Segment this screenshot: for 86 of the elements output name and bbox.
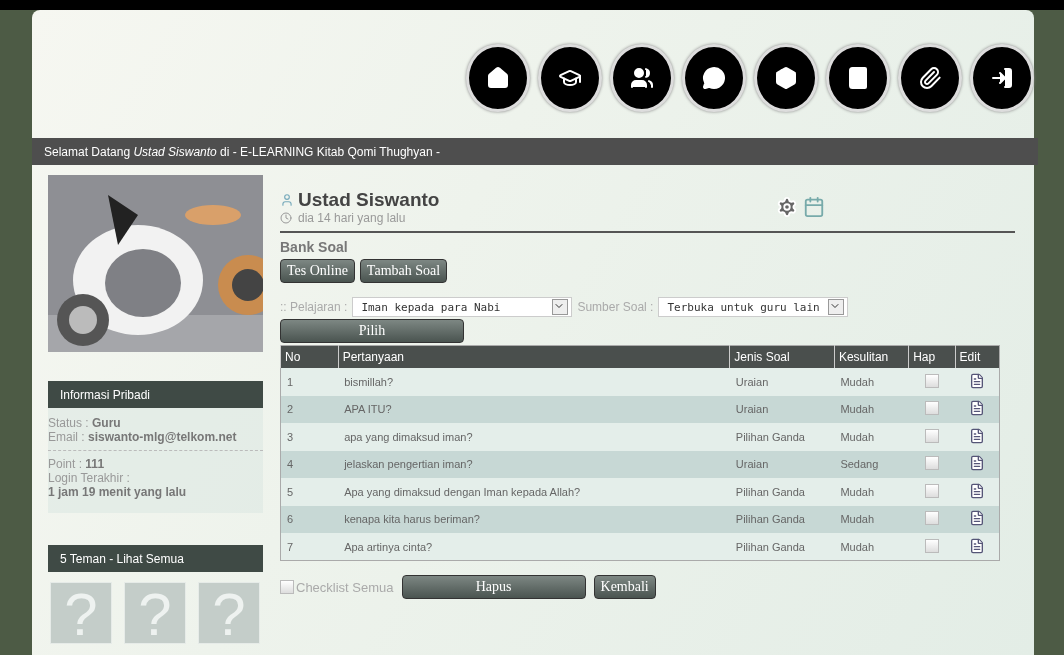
nav-button[interactable] [610,44,674,112]
table-cell: Mudah [834,505,909,533]
info-text: 1 jam 19 menit yang lalu [48,485,188,499]
table-cell: 7 [280,533,339,561]
settings-icon[interactable] [776,196,798,218]
table-cell: 4 [280,450,339,478]
checkbox[interactable] [924,401,939,416]
nav-button[interactable] [826,44,890,112]
table-cell: Apa yang dimaksud dengan Iman kepada Allah? [338,478,730,506]
back-button[interactable]: Kembali [593,575,656,599]
users-icon [630,66,654,90]
checkbox[interactable] [924,373,939,388]
table-cell: 1 [280,368,339,396]
table-cell: Mudah [834,368,909,396]
nav-button[interactable] [466,44,530,112]
table-cell: Mudah [834,423,909,451]
column-header: Kesulitan [834,345,909,368]
table-cell: Uraian [729,368,835,396]
panel-title: 5 Teman - Lihat Semua [48,545,263,572]
tab-button[interactable]: Tes Online [280,259,355,283]
section-title: Bank Soal [280,239,349,255]
table-cell: Mudah [834,478,909,506]
table-cell: Mudah [834,395,909,423]
document-icon[interactable] [969,455,986,472]
table-cell: Mudah [834,533,909,561]
checkbox-label: Checklist Semua [296,579,394,595]
nav-button[interactable] [898,44,962,112]
table-cell: jelaskan pengertian iman? [338,450,730,478]
dropdown[interactable]: Iman kepada para Nabi [352,297,573,317]
column-header: No [280,345,339,368]
table-cell: Pilihan Ganda [729,505,835,533]
profile-name: Ustad Siswanto [298,189,440,211]
clock-icon [280,212,292,224]
column-header: Jenis Soal [729,345,835,368]
exit-door-icon [990,66,1014,90]
document-icon[interactable] [969,482,986,499]
checkbox[interactable] [280,580,294,594]
info-text: Email : siswanto-mlg@telkom.net [48,430,238,444]
checkbox[interactable] [924,538,939,553]
table-cell: 6 [280,505,339,533]
info-text: Login Terakhir : [48,471,131,485]
table-cell: Uraian [729,395,835,423]
table-cell: kenapa kita harus beriman? [338,505,730,533]
column-header: Edit [955,345,1000,368]
document-icon[interactable] [969,537,986,554]
home-icon [486,66,510,90]
filter-label: Sumber Soal : [577,300,654,314]
nav-button[interactable] [754,44,818,112]
panel-title: Informasi Pribadi [48,381,263,408]
pilih-button[interactable]: Pilih [280,319,464,343]
table-cell: Sedang [834,450,909,478]
table-cell: 2 [280,395,339,423]
table-cell: bismillah? [338,368,730,396]
table-cell: Pilihan Ganda [729,423,835,451]
delete-button[interactable]: Hapus [401,575,586,599]
document-icon[interactable] [969,510,986,527]
table-cell: Uraian [729,450,835,478]
last-seen: dia 14 hari yang lalu [298,211,406,225]
table-cell: 5 [280,478,339,506]
table-cell: Apa artinya cinta? [338,533,730,561]
nav-button[interactable] [538,44,602,112]
column-header: Pertanyaan [338,345,730,368]
document-icon[interactable] [969,400,986,417]
nav-button[interactable] [970,44,1034,112]
checkbox[interactable] [924,483,939,498]
welcome-text: Selamat Datang Ustad Siswanto di - E-LEARNING Kitab Qomi Thughyan - [44,144,440,159]
table-cell: 3 [280,423,339,451]
dropdown[interactable]: Terbuka untuk guru lain [658,297,849,317]
table-cell: APA ITU? [338,395,730,423]
user-icon [280,193,294,207]
tab-button[interactable]: Tambah Soal [359,259,448,283]
column-header: Hap [908,345,956,368]
document-icon[interactable] [969,427,986,444]
table-cell: Pilihan Ganda [729,478,835,506]
info-text: Point : 111 [48,457,106,471]
checkbox[interactable] [924,511,939,526]
table-cell: Pilihan Ganda [729,533,835,561]
info-text: Status : Guru [48,416,122,430]
nav-button[interactable] [682,44,746,112]
table-cell: apa yang dimaksud iman? [338,423,730,451]
document-icon[interactable] [969,372,986,389]
checkbox[interactable] [924,456,939,471]
paperclip-icon [918,66,942,90]
checkbox[interactable] [924,428,939,443]
chat-bubble-icon [702,66,726,90]
filter-label: :: Pelajaran : [280,300,348,314]
